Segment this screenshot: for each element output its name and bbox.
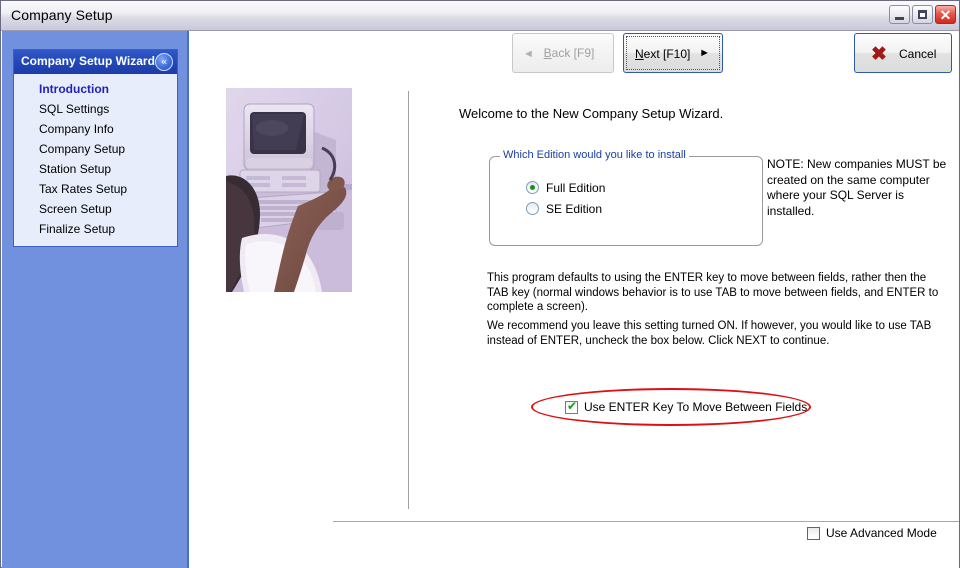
sidebar-item-company-info[interactable]: Company Info — [14, 119, 177, 139]
sidebar-item-finalize-setup[interactable]: Finalize Setup — [14, 219, 177, 239]
minimize-icon — [890, 6, 909, 23]
company-setup-window: Company Setup ✕ Company Setup Wizard « I… — [0, 0, 960, 568]
cancel-x-icon: ✖ — [871, 44, 887, 65]
advanced-mode-checkbox-label: Use Advanced Mode — [826, 526, 937, 540]
vertical-divider — [408, 91, 409, 509]
wizard-nav-panel: Company Setup Wizard « Introduction SQL … — [13, 49, 178, 247]
sidebar-item-tax-rates-setup[interactable]: Tax Rates Setup — [14, 179, 177, 199]
wizard-panel-header: Company Setup Wizard « — [14, 50, 177, 74]
cancel-button[interactable]: ✖ Cancel — [854, 33, 952, 73]
welcome-heading: Welcome to the New Company Setup Wizard. — [459, 106, 724, 121]
edition-groupbox: Which Edition would you like to install … — [489, 149, 763, 246]
wizard-panel-title: Company Setup Wizard — [21, 54, 155, 68]
minimize-button[interactable] — [889, 5, 910, 24]
enter-key-explanation-paragraph: This program defaults to using the ENTER… — [487, 272, 939, 313]
back-button-label: Back [F9] — [543, 46, 595, 60]
wizard-step-list: Introduction SQL Settings Company Info C… — [14, 74, 177, 246]
horizontal-divider — [333, 521, 959, 522]
close-icon: ✕ — [939, 6, 952, 23]
recommendation-paragraph: We recommend you leave this setting turn… — [487, 320, 932, 347]
title-bar: Company Setup ✕ — [1, 1, 959, 31]
checkmark-icon: ✔ — [567, 399, 578, 413]
collapse-button[interactable]: « — [155, 53, 173, 71]
next-button-label: Next [F10] — [635, 47, 691, 61]
radio-label-se-edition: SE Edition — [546, 202, 603, 216]
content-area: ◄ Back [F9] Next [F10] ► ✖ Cancel Welcom… — [189, 31, 959, 568]
sidebar-item-company-setup[interactable]: Company Setup — [14, 139, 177, 159]
maximize-icon — [913, 6, 932, 23]
chevron-up-icon: « — [160, 55, 168, 68]
radio-selected-icon — [526, 181, 539, 194]
sidebar-item-sql-settings[interactable]: SQL Settings — [14, 99, 177, 119]
enter-key-checkbox-label: Use ENTER Key To Move Between Fields — [584, 400, 808, 414]
wizard-illustration-image — [226, 88, 352, 292]
cancel-button-label: Cancel — [899, 47, 937, 61]
window-title: Company Setup — [11, 7, 113, 23]
checkbox-unchecked-icon — [807, 527, 820, 540]
sidebar-item-screen-setup[interactable]: Screen Setup — [14, 199, 177, 219]
maximize-button[interactable] — [912, 5, 933, 24]
radio-unselected-icon — [526, 202, 539, 215]
sql-server-note: NOTE: New companies MUST be created on t… — [767, 157, 947, 218]
sidebar-item-station-setup[interactable]: Station Setup — [14, 159, 177, 179]
close-button[interactable]: ✕ — [935, 5, 956, 24]
radio-label-full-edition: Full Edition — [546, 181, 606, 195]
next-button[interactable]: Next [F10] ► — [623, 33, 723, 73]
checkbox-checked-icon: ✔ — [565, 399, 578, 414]
sidebar-item-introduction[interactable]: Introduction — [14, 79, 177, 99]
back-button[interactable]: ◄ Back [F9] — [512, 33, 614, 73]
next-arrow-icon: ► — [699, 47, 710, 59]
sidebar: Company Setup Wizard « Introduction SQL … — [2, 31, 189, 568]
edition-groupbox-legend: Which Edition would you like to install — [500, 149, 689, 161]
